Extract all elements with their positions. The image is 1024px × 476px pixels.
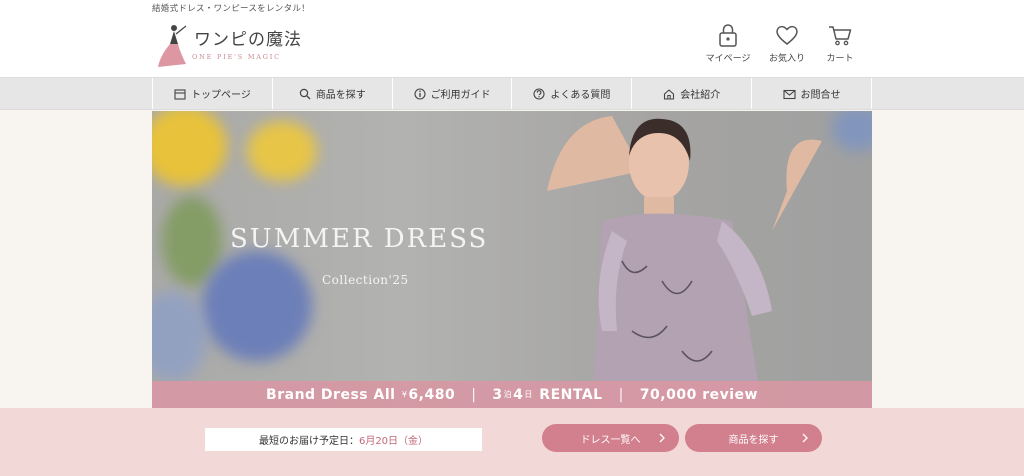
nav-item-company[interactable]: 会社紹介 (632, 78, 753, 109)
logo-wordmark: ワンピの魔法 (194, 30, 302, 50)
promo-strip: Brand Dress All ¥ 6,480 | 3 泊 4 日 RENTAL… (152, 381, 872, 408)
site-logo[interactable]: ワンピの魔法 ONE PIE'S MAGIC (156, 22, 316, 70)
nav-item-guide[interactable]: ご利用ガイド (393, 78, 513, 109)
nav-item-label: 会社紹介 (680, 90, 721, 101)
promo-brand-label: Brand Dress All (266, 386, 396, 403)
delivery-date-box: 最短のお届け予定日： 6月20日（金） (205, 428, 482, 451)
cart-button[interactable]: カート (809, 22, 871, 68)
nav-item-label: お問合せ (800, 90, 841, 101)
search-icon (299, 88, 311, 99)
promo-days: 4 (513, 386, 524, 403)
hero-banner[interactable]: SUMMER DRESS Collection'25 Brand Dress A… (152, 111, 872, 408)
site-header: 結婚式ドレス・ワンピースをレンタル！ ワンピの魔法 ONE PIE'S MAGI… (0, 0, 1024, 77)
home-icon (664, 88, 675, 100)
logo-subtitle: ONE PIE'S MAGIC (192, 53, 281, 61)
chevron-right-icon (802, 433, 808, 443)
site-tagline: 結婚式ドレス・ワンピースをレンタル！ (152, 4, 310, 14)
logo-figure-icon (158, 25, 187, 67)
chevron-right-icon (659, 433, 665, 443)
dress-list-label: ドレス一覧へ (580, 434, 641, 446)
search-products-button[interactable]: 商品を探す (685, 424, 822, 452)
flower-decoration (202, 251, 312, 361)
mypage-label: マイページ (705, 54, 751, 64)
promo-price-prefix: ¥ (401, 390, 408, 399)
mypage-button[interactable]: マイページ (697, 22, 759, 68)
nav-item-label: トップページ (191, 90, 251, 101)
nav-item-search[interactable]: 商品を探す (273, 78, 393, 109)
dress-list-button[interactable]: ドレス一覧へ (542, 424, 679, 452)
nav-item-top[interactable]: トップページ (153, 78, 273, 109)
calendar-icon (174, 88, 186, 100)
mail-icon (782, 89, 796, 99)
promo-nights: 3 (492, 386, 503, 403)
promo-review: 70,000 review (639, 386, 758, 403)
main-nav: トップページ 商品を探す ご利用ガイド よくある質問 会社紹介 お問合せ (0, 77, 1024, 110)
promo-price: 6,480 (408, 386, 456, 403)
nav-item-contact[interactable]: お問合せ (752, 78, 872, 109)
promo-separator: | (618, 386, 624, 403)
promo-nights-unit: 泊 (503, 390, 513, 399)
lock-icon (719, 24, 737, 47)
flower-decoration (152, 111, 227, 186)
search-products-label: 商品を探す (728, 434, 779, 446)
info-icon (414, 87, 426, 100)
nav-item-label: ご利用ガイド (430, 90, 491, 101)
sticky-footer-bar: 最短のお届け予定日： 6月20日（金） ドレス一覧へ 商品を探す (0, 408, 1024, 476)
promo-rental: RENTAL (539, 386, 603, 403)
heart-icon (776, 25, 798, 45)
promo-separator: | (471, 386, 477, 403)
nav-item-label: よくある質問 (550, 90, 611, 101)
hero-title: SUMMER DRESS (230, 224, 489, 254)
flower-decoration (152, 291, 207, 381)
nav-item-faq[interactable]: よくある質問 (512, 78, 633, 109)
model-photo (547, 116, 822, 408)
nav-item-label: 商品を探す (315, 90, 366, 101)
cart-label: カート (826, 54, 854, 64)
delivery-date: 6月20日（金） (358, 436, 429, 447)
hero-subtitle: Collection'25 (322, 273, 409, 287)
promo-days-unit: 日 (524, 390, 533, 399)
delivery-label: 最短のお届け予定日： (258, 436, 359, 447)
question-icon (533, 87, 545, 100)
cart-icon (829, 26, 852, 46)
flower-decoration (247, 121, 317, 181)
